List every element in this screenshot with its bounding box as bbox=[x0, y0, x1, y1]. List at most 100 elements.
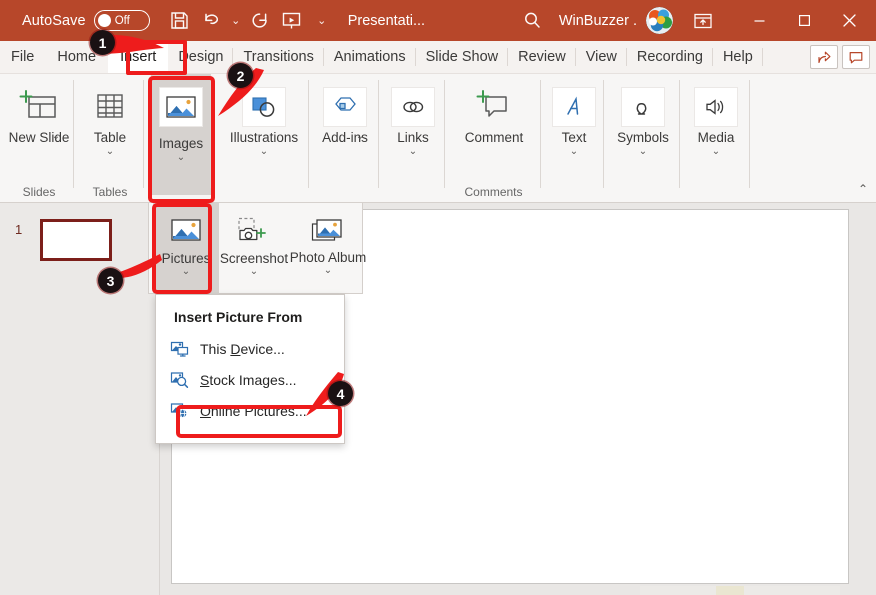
menu-item-online-pictures-label: Online Pictures... bbox=[200, 402, 307, 419]
tab-help-label: Help bbox=[722, 49, 753, 65]
callout-badge-1-number: 1 bbox=[98, 34, 107, 51]
ribbon-group-links: Links ⌄ bbox=[381, 74, 445, 203]
symbols-button[interactable]: Symbols ⌄ bbox=[611, 80, 675, 157]
tab-recording-label: Recording bbox=[636, 49, 703, 65]
symbols-chevron-icon[interactable]: ⌄ bbox=[639, 146, 647, 157]
ribbon-group-slides: New Slide ⌄ Slides bbox=[4, 74, 74, 203]
images-button[interactable]: Images ⌄ bbox=[151, 74, 211, 195]
pictures-label: Pictures bbox=[161, 251, 211, 266]
pictures-chevron-icon[interactable]: ⌄ bbox=[182, 266, 190, 278]
search-icon[interactable] bbox=[517, 6, 549, 36]
table-button[interactable]: Table ⌄ bbox=[78, 80, 142, 157]
tab-animations[interactable]: Animations bbox=[324, 41, 416, 73]
illustrations-chevron-icon[interactable]: ⌄ bbox=[260, 146, 268, 157]
new-slide-label: New Slide bbox=[8, 130, 70, 145]
tab-help[interactable]: Help bbox=[713, 41, 763, 73]
illustrations-label: Illustrations bbox=[229, 130, 299, 145]
autosave-label: AutoSave bbox=[22, 12, 86, 29]
callout-badge-4: 4 bbox=[328, 381, 353, 406]
autosave-toggle[interactable]: AutoSave Off bbox=[22, 10, 150, 31]
tab-view[interactable]: View bbox=[576, 41, 627, 73]
tab-file[interactable]: File bbox=[0, 41, 45, 73]
comments-icon[interactable] bbox=[842, 45, 870, 69]
table-label: Table bbox=[93, 130, 127, 145]
slide-number-label: 1 bbox=[15, 222, 23, 237]
tabstrip-right-buttons bbox=[810, 41, 876, 73]
screenshot-button[interactable]: Screenshot ⌄ bbox=[215, 207, 293, 278]
tab-file-label: File bbox=[11, 49, 35, 65]
screenshot-chevron-icon[interactable]: ⌄ bbox=[250, 266, 258, 278]
start-presentation-icon[interactable] bbox=[276, 6, 308, 36]
tab-review-label: Review bbox=[518, 49, 566, 65]
ribbon-group-media: Media ⌄ bbox=[682, 74, 750, 203]
tab-animations-label: Animations bbox=[333, 49, 406, 65]
text-button[interactable]: Text ⌄ bbox=[542, 80, 606, 157]
ribbon: New Slide ⌄ Slides Table ⌄ Tables Images… bbox=[0, 74, 876, 203]
media-button[interactable]: Media ⌄ bbox=[684, 80, 748, 157]
callout-badge-2: 2 bbox=[228, 63, 253, 88]
autosave-knob bbox=[97, 14, 111, 27]
menu-item-stock-images-label: Stock Images... bbox=[200, 371, 297, 388]
media-chevron-icon[interactable]: ⌄ bbox=[712, 146, 720, 157]
collapse-ribbon-chevron-icon[interactable]: ⌃ bbox=[858, 182, 868, 196]
autosave-switch[interactable]: Off bbox=[93, 10, 150, 31]
picture-device-icon bbox=[170, 339, 189, 358]
callout-badge-4-number: 4 bbox=[336, 385, 345, 402]
undo-icon[interactable] bbox=[196, 6, 228, 36]
new-slide-chevron-icon[interactable]: ⌄ bbox=[52, 131, 60, 142]
ribbon-group-addins: Add-ins ⌄ bbox=[311, 74, 379, 203]
links-label: Links bbox=[397, 130, 429, 145]
tab-review[interactable]: Review bbox=[508, 41, 576, 73]
screenshot-icon bbox=[236, 211, 272, 251]
minimize-button[interactable] bbox=[737, 0, 782, 41]
group-label-tables: Tables bbox=[92, 185, 128, 199]
group-label-slides: Slides bbox=[22, 185, 56, 199]
undo-dropdown-chevron-icon[interactable]: ⌄ bbox=[228, 14, 244, 27]
maximize-button[interactable] bbox=[782, 0, 827, 41]
images-gallery-dropdown: Pictures ⌄ Screenshot ⌄ Photo Album ⌄ bbox=[148, 203, 366, 294]
callout-badge-3: 3 bbox=[98, 268, 123, 293]
tab-transitions-label: Transitions bbox=[243, 49, 314, 65]
document-title: Presentati... bbox=[347, 12, 426, 29]
images-icon bbox=[159, 86, 203, 128]
screenshot-label: Screenshot bbox=[219, 251, 289, 266]
photo-album-chevron-icon[interactable]: ⌄ bbox=[324, 265, 332, 277]
callout-badge-3-number: 3 bbox=[106, 272, 115, 289]
images-label: Images bbox=[158, 136, 204, 151]
share-icon[interactable] bbox=[810, 45, 838, 69]
symbols-icon bbox=[621, 86, 665, 128]
add-ins-button[interactable]: Add-ins ⌄ bbox=[313, 80, 377, 145]
menu-item-this-device-label: This Device... bbox=[200, 340, 285, 357]
table-chevron-icon[interactable]: ⌄ bbox=[106, 146, 114, 157]
tab-recording[interactable]: Recording bbox=[627, 41, 713, 73]
media-label: Media bbox=[697, 130, 735, 145]
table-icon bbox=[91, 86, 129, 128]
new-slide-button[interactable]: New Slide ⌄ bbox=[7, 80, 71, 145]
user-name[interactable]: WinBuzzer . bbox=[559, 13, 637, 29]
symbols-label: Symbols bbox=[617, 130, 669, 145]
redo-icon[interactable] bbox=[244, 6, 276, 36]
ribbon-group-images: Images ⌄ bbox=[151, 74, 211, 203]
text-chevron-icon[interactable]: ⌄ bbox=[570, 146, 578, 157]
save-icon[interactable] bbox=[164, 6, 196, 36]
callout-badge-1: 1 bbox=[90, 30, 115, 55]
close-button[interactable] bbox=[827, 0, 872, 41]
add-ins-icon bbox=[323, 86, 367, 128]
text-label: Text bbox=[561, 130, 587, 145]
new-slide-icon bbox=[18, 86, 60, 128]
avatar[interactable] bbox=[646, 7, 673, 34]
images-chevron-icon[interactable]: ⌄ bbox=[177, 152, 185, 163]
links-chevron-icon[interactable]: ⌄ bbox=[409, 146, 417, 157]
links-button[interactable]: Links ⌄ bbox=[381, 80, 445, 157]
tab-slide-show[interactable]: Slide Show bbox=[416, 41, 509, 73]
comment-icon bbox=[474, 86, 514, 128]
add-ins-chevron-icon[interactable]: ⌄ bbox=[356, 131, 364, 142]
customize-quick-access-chevron-icon[interactable]: ⌄ bbox=[314, 14, 330, 27]
tab-design-label: Design bbox=[178, 49, 224, 65]
picture-stock-icon bbox=[170, 370, 189, 389]
ribbon-display-options-icon[interactable] bbox=[687, 6, 719, 36]
photo-album-button[interactable]: Photo Album ⌄ bbox=[290, 207, 366, 277]
ribbon-group-symbols: Symbols ⌄ bbox=[606, 74, 680, 203]
comment-button[interactable]: Comment bbox=[458, 80, 530, 145]
menu-item-this-device[interactable]: This Device... bbox=[156, 333, 344, 364]
